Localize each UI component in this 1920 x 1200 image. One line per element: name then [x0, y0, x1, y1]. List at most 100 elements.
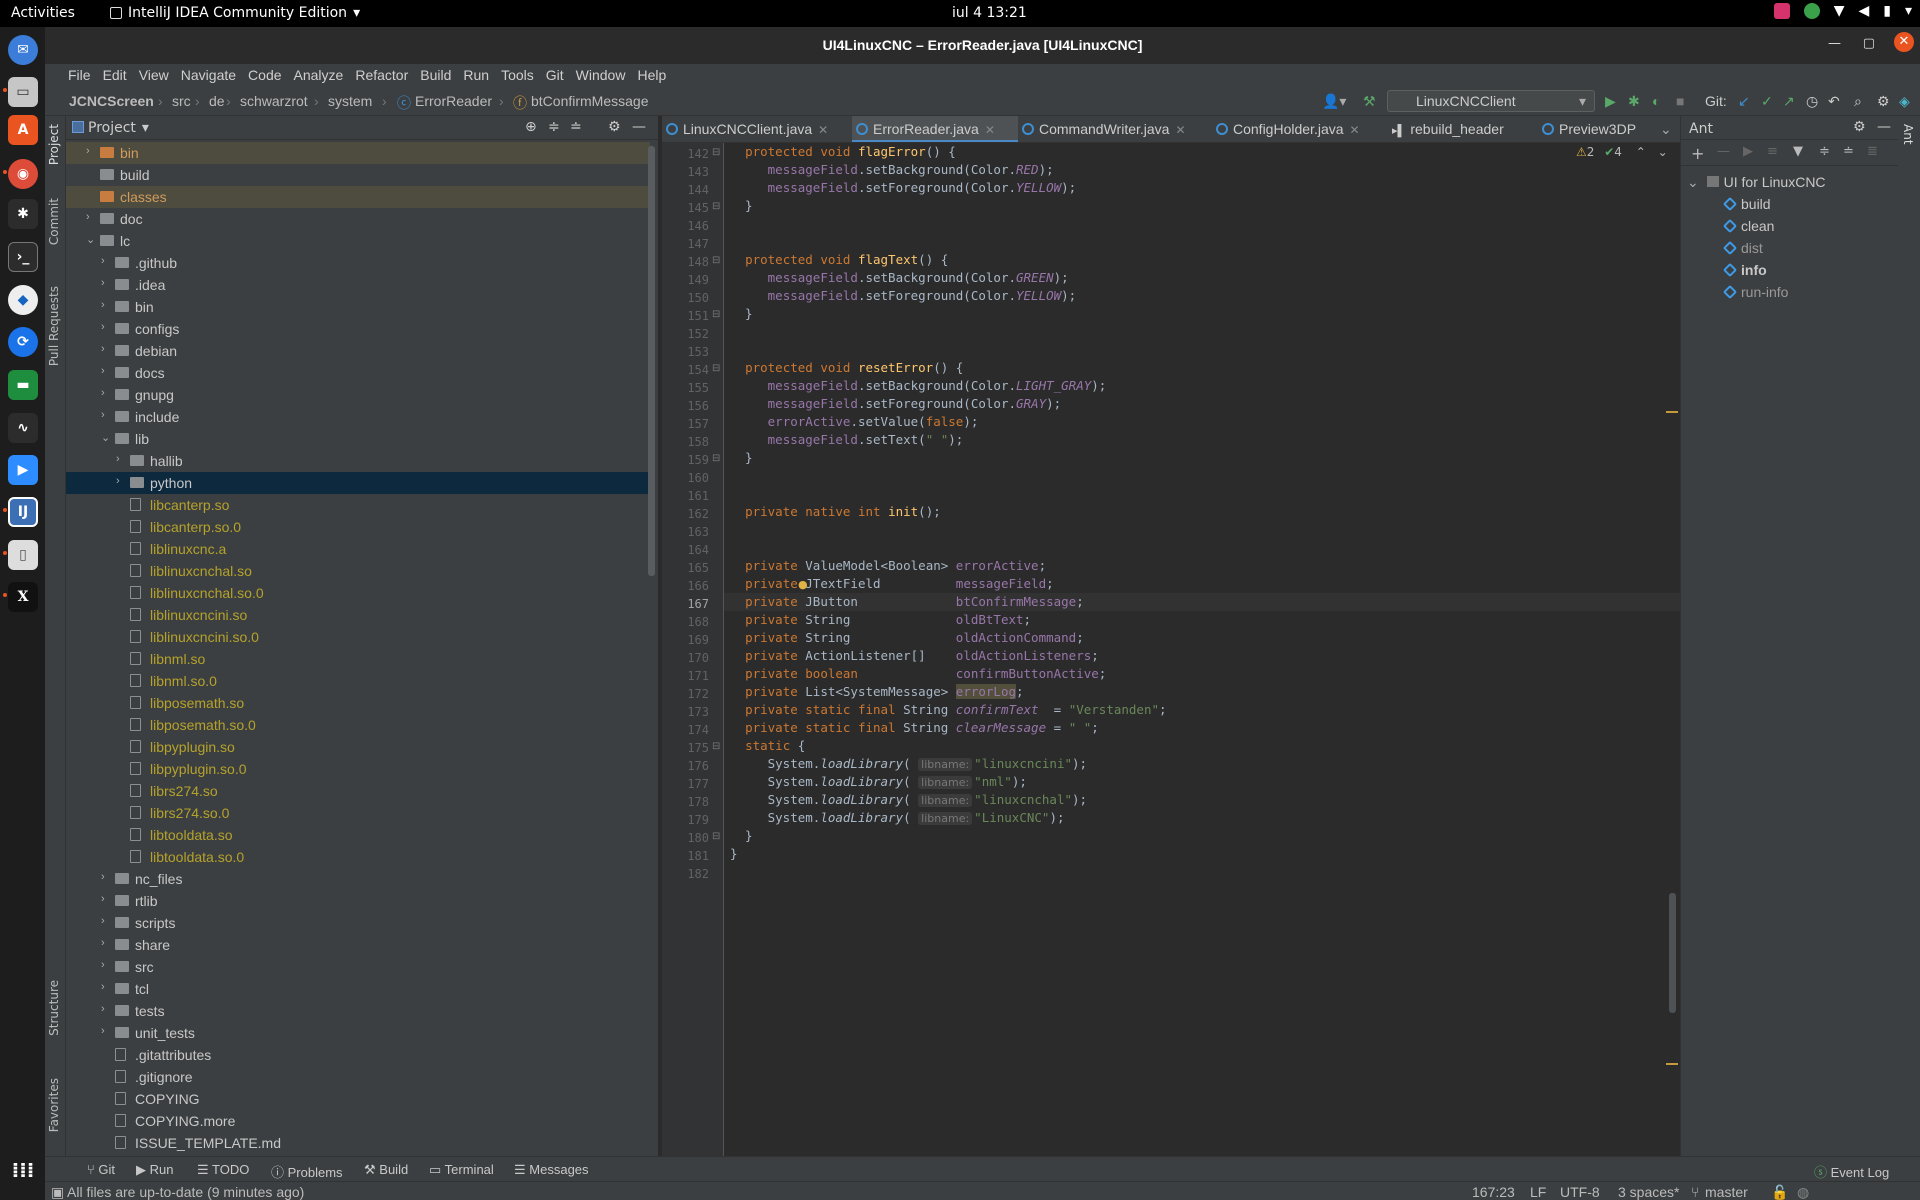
breadcrumb-de[interactable]: de — [209, 93, 225, 109]
sync-icon[interactable]: ⟳ — [8, 327, 38, 357]
code-line[interactable]: static { — [724, 737, 1680, 755]
line-number[interactable]: 175 — [665, 741, 709, 755]
tree-item-nc-files[interactable]: › nc_files — [66, 868, 650, 890]
inspection-widget[interactable]: ⚠2 ✔4 ⌃ ⌄ — [1576, 145, 1668, 159]
code-line[interactable]: private static final String confirmText … — [724, 701, 1680, 719]
line-number[interactable]: 153 — [665, 345, 709, 359]
line-number[interactable]: 163 — [665, 525, 709, 539]
line-number[interactable]: 176 — [665, 759, 709, 773]
line-number[interactable]: 143 — [665, 165, 709, 179]
warning-marker[interactable] — [1666, 1063, 1678, 1065]
line-number[interactable]: 177 — [665, 777, 709, 791]
tab-commit[interactable]: Commit — [47, 198, 61, 245]
filter-icon[interactable]: ▼ — [1793, 144, 1803, 159]
tree-item-liblinuxcnc-a[interactable]: liblinuxcnc.a — [66, 538, 650, 560]
line-number[interactable]: 152 — [665, 327, 709, 341]
menu-tools[interactable]: Tools — [495, 67, 540, 83]
collapse-all-icon[interactable]: ≐ — [570, 119, 582, 135]
tree-item-libcanterp-so[interactable]: libcanterp.so — [66, 494, 650, 516]
code-line[interactable]: messageField.setBackground(Color.LIGHT_G… — [724, 377, 1680, 395]
code-line[interactable]: protected void flagError() { — [724, 143, 1680, 161]
tree-item-classes[interactable]: classes — [66, 186, 650, 208]
tree-item-tcl[interactable]: › tcl — [66, 978, 650, 1000]
ant-target-dist[interactable]: dist — [1722, 240, 1763, 256]
tool-git[interactable]: ⑂ Git — [87, 1162, 115, 1177]
tree-item-bin[interactable]: › bin — [66, 142, 650, 164]
shield-tray-icon[interactable] — [1803, 3, 1820, 19]
tool-build[interactable]: ⚒ Build — [364, 1162, 408, 1178]
breadcrumb-system[interactable]: system — [328, 93, 372, 109]
stop-icon[interactable]: ■ — [1676, 93, 1684, 109]
ant-root[interactable]: ⌄ UI for LinuxCNC — [1687, 174, 1826, 191]
tree-item-tests[interactable]: › tests — [66, 1000, 650, 1022]
code-line[interactable]: private JTextField messageField; — [724, 575, 1680, 593]
code-line[interactable]: private List<SystemMessage> errorLog; — [724, 683, 1680, 701]
tree-item--idea[interactable]: › .idea — [66, 274, 650, 296]
chat-icon[interactable]: ▬ — [8, 370, 38, 400]
tree-item-src[interactable]: › src — [66, 956, 650, 978]
chevron-right-icon[interactable]: › — [116, 453, 126, 465]
system-tray[interactable]: ▼ ◀ ▮ ▾ — [1773, 3, 1912, 19]
line-number[interactable]: 167 — [665, 597, 709, 611]
tree-item-configs[interactable]: › configs — [66, 318, 650, 340]
menu-file[interactable]: File — [62, 67, 97, 83]
tabs-overflow-chevron-icon[interactable]: ⌄ — [1660, 121, 1672, 138]
zoom-icon[interactable]: ▶ — [8, 455, 38, 485]
tree-item-libposemath-so-0[interactable]: libposemath.so.0 — [66, 714, 650, 736]
line-number[interactable]: 165 — [665, 561, 709, 575]
code-line[interactable] — [724, 323, 1680, 341]
tree-item-debian[interactable]: › debian — [66, 340, 650, 362]
git-commit-icon[interactable]: ✓ — [1761, 93, 1773, 110]
line-number[interactable]: 159 — [665, 453, 709, 467]
tree-item-issue-template-md[interactable]: ISSUE_TEMPLATE.md — [66, 1132, 650, 1154]
line-number[interactable]: 182 — [665, 867, 709, 881]
tab-structure[interactable]: Structure — [47, 980, 61, 1036]
menu-run[interactable]: Run — [457, 67, 495, 83]
chevron-right-icon[interactable]: › — [101, 277, 111, 289]
code-line[interactable] — [724, 215, 1680, 233]
code-line[interactable]: messageField.setText(" "); — [724, 431, 1680, 449]
tree-item-docs[interactable]: › docs — [66, 362, 650, 384]
fold-icon[interactable]: ⊟ — [712, 453, 720, 464]
code-line[interactable] — [724, 485, 1680, 503]
code-line[interactable]: System.loadLibrary( libname: "LinuxCNC"); — [724, 809, 1680, 827]
plugin-icon[interactable]: ◈ — [1899, 93, 1910, 110]
tree-item-build[interactable]: build — [66, 164, 650, 186]
tool-messages[interactable]: ☰ Messages — [514, 1162, 589, 1178]
line-number[interactable]: 164 — [665, 543, 709, 557]
code-line[interactable]: } — [724, 305, 1680, 323]
chevron-right-icon[interactable]: › — [101, 365, 111, 377]
menu-refactor[interactable]: Refactor — [349, 67, 414, 83]
chevron-down-icon[interactable]: ⌄ — [86, 233, 96, 246]
tree-item-liblinuxcnchal-so-0[interactable]: liblinuxcnchal.so.0 — [66, 582, 650, 604]
code-line[interactable] — [724, 539, 1680, 557]
code-line[interactable]: System.loadLibrary( libname: "linuxcncini… — [724, 755, 1680, 773]
line-number[interactable]: 145 — [665, 201, 709, 215]
fold-icon[interactable]: ⊟ — [712, 255, 720, 266]
tree-item-lc[interactable]: ⌄ lc — [66, 230, 650, 252]
menu-view[interactable]: View — [133, 67, 175, 83]
fold-icon[interactable]: ⊟ — [712, 363, 720, 374]
expand-all-icon[interactable]: ≑ — [1819, 144, 1830, 159]
tree-item-rtlib[interactable]: › rtlib — [66, 890, 650, 912]
tree-item-libtooldata-so[interactable]: libtooldata.so — [66, 824, 650, 846]
thunderbird-icon[interactable]: ✉ — [8, 35, 38, 65]
close-window-button[interactable]: ✕ — [1894, 32, 1914, 52]
line-number[interactable]: 179 — [665, 813, 709, 827]
line-number[interactable]: 173 — [665, 705, 709, 719]
wifi-icon[interactable]: ▼ — [1834, 3, 1845, 19]
lens-icon[interactable]: ◆ — [8, 285, 38, 315]
breadcrumb-src[interactable]: src — [172, 93, 191, 109]
project-panel-title[interactable]: Project — [88, 120, 136, 136]
activities-button[interactable]: Activities — [11, 5, 75, 21]
breadcrumb-field[interactable]: btConfirmMessage — [531, 93, 649, 109]
tab-preview3dp[interactable]: Preview3DP — [1542, 116, 1662, 142]
tree-item--github[interactable]: › .github — [66, 252, 650, 274]
line-number[interactable]: 178 — [665, 795, 709, 809]
maximize-icon[interactable]: ▢ — [1863, 36, 1875, 51]
tree-item-libpyplugin-so-0[interactable]: libpyplugin.so.0 — [66, 758, 650, 780]
line-number[interactable]: 172 — [665, 687, 709, 701]
line-number[interactable]: 144 — [665, 183, 709, 197]
expand-all-icon[interactable]: ≑ — [548, 119, 560, 135]
archive-icon[interactable]: ▯ — [8, 540, 38, 570]
